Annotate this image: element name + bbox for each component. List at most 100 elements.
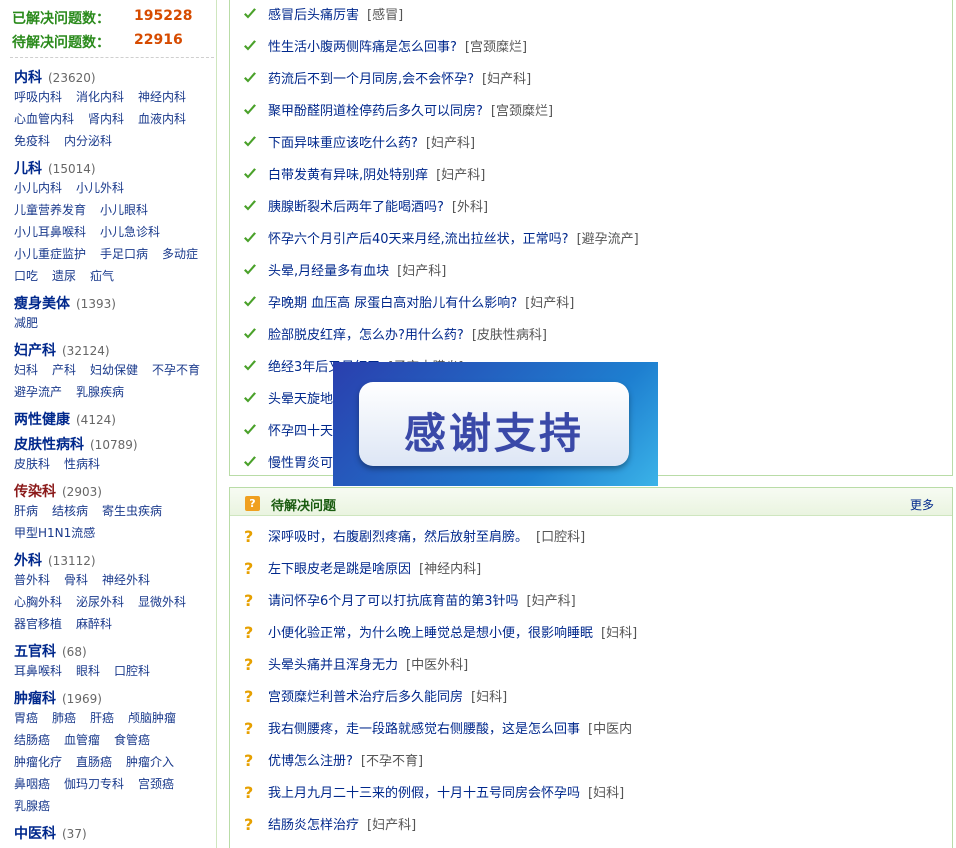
- subcategory-link[interactable]: 口腔科: [114, 662, 150, 679]
- question-link[interactable]: 优博怎么注册?: [268, 754, 353, 769]
- subcategory-link[interactable]: 小儿内科: [14, 179, 62, 196]
- subcategory-link[interactable]: 鼻咽癌: [14, 775, 50, 792]
- subcategory-link[interactable]: 肺癌: [52, 709, 76, 726]
- category-title[interactable]: 两性健康 (4124): [14, 409, 116, 429]
- subcategory-link[interactable]: 颅脑肿瘤: [128, 709, 176, 726]
- subcategory-link[interactable]: 心血管内科: [14, 110, 74, 127]
- category-tag-link[interactable]: [宫颈糜烂]: [465, 40, 527, 55]
- category-title[interactable]: 妇产科 (32124): [14, 340, 110, 360]
- subcategory-link[interactable]: 疝气: [90, 267, 114, 284]
- subcategory-link[interactable]: 乳腺疾病: [76, 383, 124, 400]
- more-link[interactable]: 更多: [910, 496, 934, 513]
- category-tag-link[interactable]: [妇产科]: [482, 72, 531, 87]
- question-link[interactable]: 我上月九月二十三来的例假，十月十五号同房会怀孕吗: [268, 786, 580, 801]
- category-title[interactable]: 中医科 (37): [14, 823, 87, 843]
- subcategory-link[interactable]: 妇科: [14, 361, 38, 378]
- subcategory-link[interactable]: 肝癌: [90, 709, 114, 726]
- question-link[interactable]: 胰腺断裂术后两年了能喝酒吗?: [268, 200, 444, 215]
- subcategory-link[interactable]: 眼科: [76, 662, 100, 679]
- category-tag-link[interactable]: [神经内科]: [419, 562, 481, 577]
- subcategory-link[interactable]: 耳鼻喉科: [14, 662, 62, 679]
- question-link[interactable]: 左下眼皮老是跳是啥原因: [268, 562, 411, 577]
- question-link[interactable]: 性生活小腹两侧阵痛是怎么回事?: [268, 40, 457, 55]
- subcategory-link[interactable]: 直肠癌: [76, 753, 112, 770]
- subcategory-link[interactable]: 乳腺癌: [14, 797, 50, 814]
- subcategory-link[interactable]: 不孕不育: [152, 361, 200, 378]
- subcategory-link[interactable]: 肿瘤化疗: [14, 753, 62, 770]
- subcategory-link[interactable]: 小儿外科: [76, 179, 124, 196]
- subcategory-link[interactable]: 神经内科: [138, 88, 186, 105]
- category-tag-link[interactable]: [妇产科]: [527, 594, 576, 609]
- question-link[interactable]: 头晕头痛并且浑身无力: [268, 658, 398, 673]
- subcategory-link[interactable]: 消化内科: [76, 88, 124, 105]
- category-tag-link[interactable]: [妇产科]: [525, 296, 574, 311]
- category-tag-link[interactable]: [感冒]: [367, 8, 403, 23]
- subcategory-link[interactable]: 内分泌科: [64, 132, 112, 149]
- question-link[interactable]: 小便化验正常，为什么晚上睡觉总是想小便，很影响睡眠: [268, 626, 593, 641]
- subcategory-link[interactable]: 显微外科: [138, 593, 186, 610]
- question-link[interactable]: 深呼吸时，右腹剧烈疼痛，然后放射至肩膀。: [268, 530, 528, 545]
- category-tag-link[interactable]: [不孕不育]: [361, 754, 423, 769]
- category-title[interactable]: 肿瘤科 (1969): [14, 688, 102, 708]
- subcategory-link[interactable]: 避孕流产: [14, 383, 62, 400]
- category-tag-link[interactable]: [妇科]: [471, 690, 507, 705]
- category-tag-link[interactable]: [口腔科]: [536, 530, 585, 545]
- subcategory-link[interactable]: 伽玛刀专科: [64, 775, 124, 792]
- subcategory-link[interactable]: 血液内科: [138, 110, 186, 127]
- question-link[interactable]: 白带发黄有异味,阴处特别痒: [268, 168, 428, 183]
- category-title[interactable]: 儿科 (15014): [14, 158, 96, 178]
- subcategory-link[interactable]: 性病科: [64, 455, 100, 472]
- subcategory-link[interactable]: 血管瘤: [64, 731, 100, 748]
- category-tag-link[interactable]: [妇产科]: [426, 136, 475, 151]
- subcategory-link[interactable]: 心胸外科: [14, 593, 62, 610]
- subcategory-link[interactable]: 小儿急诊科: [100, 223, 160, 240]
- category-tag-link[interactable]: [皮肤性病科]: [472, 328, 547, 343]
- subcategory-link[interactable]: 寄生虫疾病: [102, 502, 162, 519]
- question-link[interactable]: 下面异味重应该吃什么药?: [268, 136, 418, 151]
- subcategory-link[interactable]: 免疫科: [14, 132, 50, 149]
- subcategory-link[interactable]: 呼吸内科: [14, 88, 62, 105]
- subcategory-link[interactable]: 食管癌: [114, 731, 150, 748]
- subcategory-link[interactable]: 结核病: [52, 502, 88, 519]
- subcategory-link[interactable]: 妇幼保健: [90, 361, 138, 378]
- question-link[interactable]: 怀孕四十天: [268, 424, 333, 439]
- subcategory-link[interactable]: 多动症: [162, 245, 198, 262]
- subcategory-link[interactable]: 儿童营养发育: [14, 201, 86, 218]
- subcategory-link[interactable]: 小儿眼科: [100, 201, 148, 218]
- category-tag-link[interactable]: [妇产科]: [367, 818, 416, 833]
- subcategory-link[interactable]: 神经外科: [102, 571, 150, 588]
- subcategory-link[interactable]: 减肥: [14, 314, 38, 331]
- category-title[interactable]: 瘦身美体 (1393): [14, 293, 116, 313]
- category-title[interactable]: 传染科 (2903): [14, 481, 102, 501]
- category-title[interactable]: 内科 (23620): [14, 67, 96, 87]
- question-link[interactable]: 我右侧腰疼，走一段路就感觉右侧腰酸，这是怎么回事: [268, 722, 580, 737]
- question-link[interactable]: 宫颈糜烂利普术治疗后多久能同房: [268, 690, 463, 705]
- subcategory-link[interactable]: 遗尿: [52, 267, 76, 284]
- question-link[interactable]: 结肠炎怎样治疗: [268, 818, 359, 833]
- category-title[interactable]: 五官科 (68): [14, 641, 87, 661]
- subcategory-link[interactable]: 骨科: [64, 571, 88, 588]
- subcategory-link[interactable]: 肾内科: [88, 110, 124, 127]
- category-tag-link[interactable]: [妇科]: [588, 786, 624, 801]
- subcategory-link[interactable]: 麻醉科: [76, 615, 112, 632]
- category-tag-link[interactable]: [中医内: [588, 722, 632, 737]
- subcategory-link[interactable]: 泌尿外科: [76, 593, 124, 610]
- subcategory-link[interactable]: 肝病: [14, 502, 38, 519]
- thanks-banner[interactable]: 感谢支持: [333, 362, 658, 486]
- subcategory-link[interactable]: 器官移植: [14, 615, 62, 632]
- subcategory-link[interactable]: 小儿重症监护: [14, 245, 86, 262]
- question-link[interactable]: 药流后不到一个月同房,会不会怀孕?: [268, 72, 474, 87]
- category-tag-link[interactable]: [避孕流产]: [577, 232, 639, 247]
- category-title[interactable]: 皮肤性病科 (10789): [14, 434, 138, 454]
- question-link[interactable]: 孕晚期 血压高 尿蛋白高对胎儿有什么影响?: [268, 296, 517, 311]
- category-tag-link[interactable]: [妇产科]: [436, 168, 485, 183]
- question-link[interactable]: 感冒后头痛厉害: [268, 8, 359, 23]
- question-link[interactable]: 聚甲酚醛阴道栓停药后多久可以同房?: [268, 104, 483, 119]
- subcategory-link[interactable]: 皮肤科: [14, 455, 50, 472]
- category-tag-link[interactable]: [妇产科]: [397, 264, 446, 279]
- subcategory-link[interactable]: 手足口病: [100, 245, 148, 262]
- subcategory-link[interactable]: 口吃: [14, 267, 38, 284]
- question-link[interactable]: 脸部脱皮红痒，怎么办?用什么药?: [268, 328, 464, 343]
- question-link[interactable]: 请问怀孕6个月了可以打抗底育苗的第3针吗: [268, 594, 519, 609]
- category-tag-link[interactable]: [妇科]: [601, 626, 637, 641]
